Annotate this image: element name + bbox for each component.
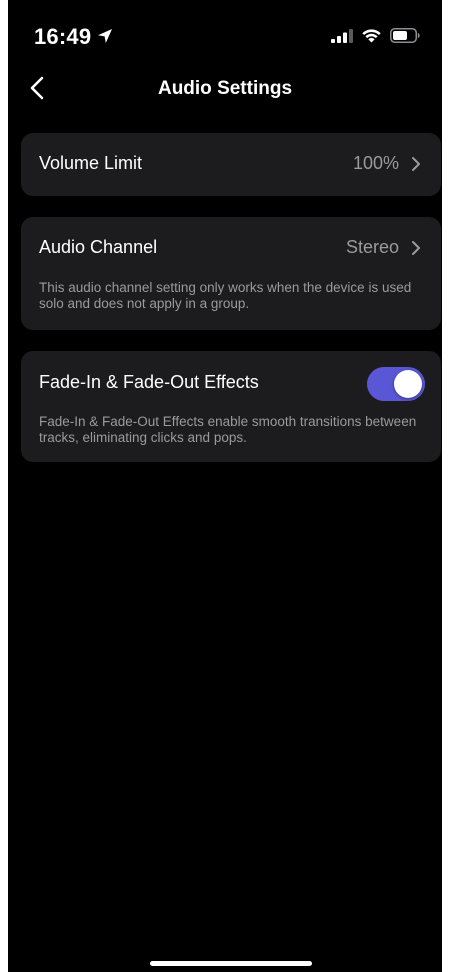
fade-effects-row: Fade-In & Fade-Out Effects [39, 372, 351, 393]
status-time-group: 16:49 [34, 24, 113, 50]
audio-channel-row[interactable]: Audio Channel Stereo [39, 237, 423, 258]
audio-channel-description: This audio channel setting only works wh… [39, 280, 412, 311]
volume-limit-row-content: Volume Limit 100% [39, 153, 423, 174]
fade-effects-description: Fade-In & Fade-Out Effects enable smooth… [39, 414, 417, 445]
audio-channel-value: Stereo [345, 237, 399, 257]
cellular-signal-icon [331, 28, 353, 48]
navigation-bar: Audio Settings [8, 68, 442, 112]
fade-effects-card: Fade-In & Fade-Out Effects Fade-In & Fad… [21, 351, 441, 462]
fade-effects-label: Fade-In & Fade-Out Effects [39, 372, 259, 392]
battery-icon [390, 28, 420, 48]
audio-channel-card: Audio Channel Stereo This audio channel … [21, 217, 441, 330]
fade-effects-toggle[interactable] [367, 367, 425, 401]
volume-limit-row[interactable]: Volume Limit 100% [21, 133, 441, 196]
toggle-knob [394, 370, 422, 398]
chevron-right-icon [409, 239, 423, 257]
status-icons [331, 28, 420, 48]
home-indicator [150, 961, 312, 966]
volume-limit-value: 100% [352, 153, 399, 173]
wifi-icon [361, 28, 382, 48]
audio-channel-value-group: Stereo [346, 237, 423, 258]
status-time: 16:49 [34, 24, 92, 49]
volume-limit-value-group: 100% [353, 153, 423, 174]
volume-limit-label: Volume Limit [39, 153, 143, 173]
page-title: Audio Settings [157, 78, 293, 99]
audio-channel-label: Audio Channel [39, 237, 158, 257]
phone-screen: 16:49 Audio Settings Volume Limit 100% A… [8, 0, 442, 972]
location-arrow-icon [97, 24, 113, 50]
chevron-right-icon [409, 155, 423, 173]
